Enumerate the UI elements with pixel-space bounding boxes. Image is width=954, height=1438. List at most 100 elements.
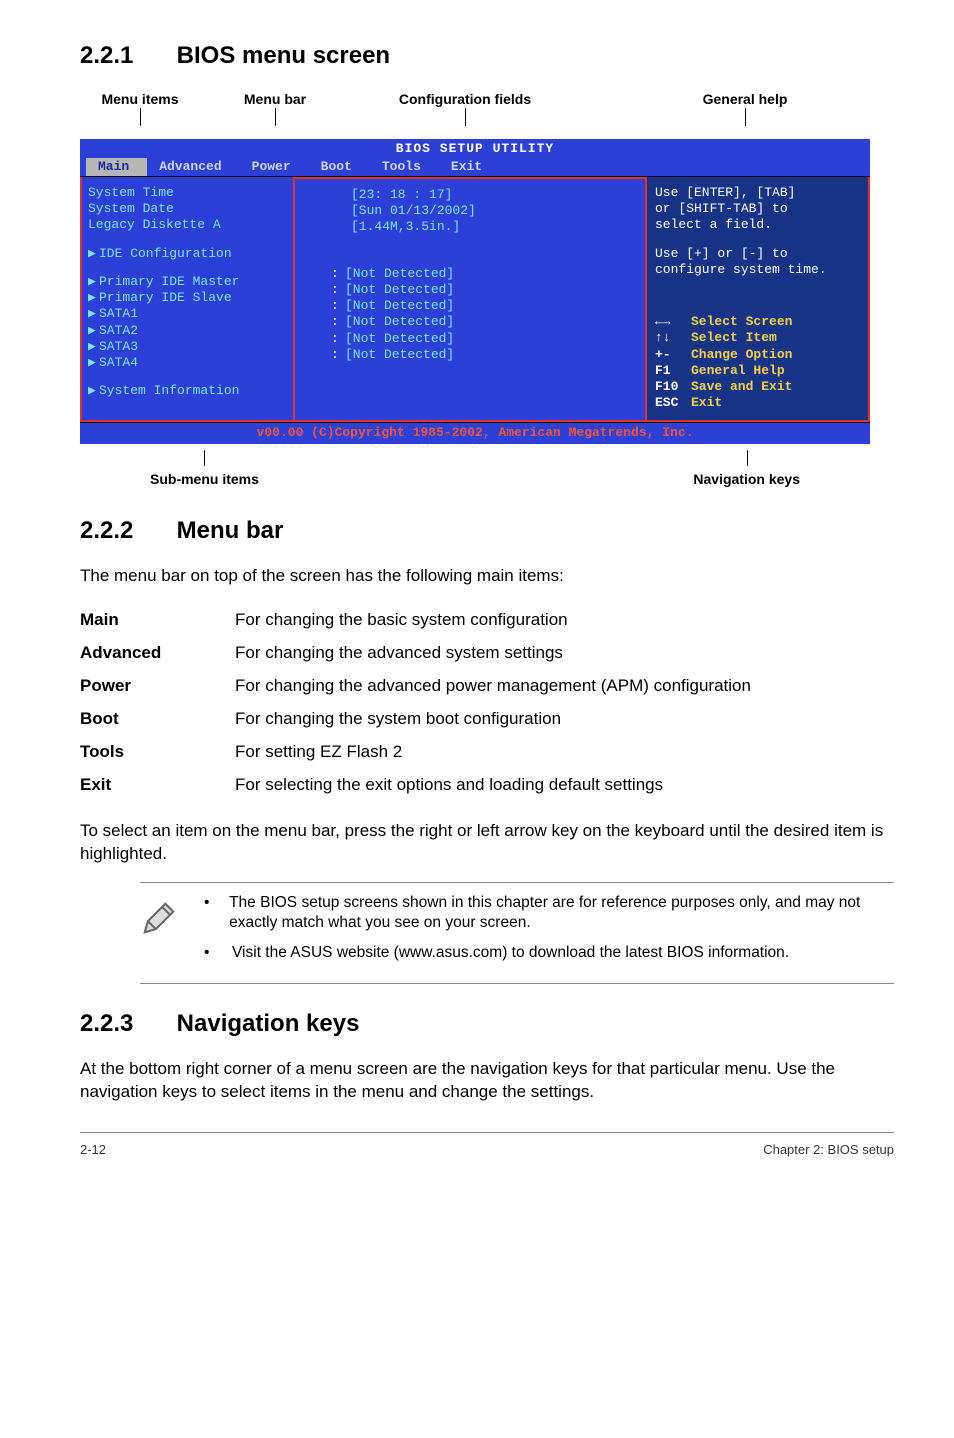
nav-row: ESCExit: [655, 395, 860, 411]
triangle-icon: ▶: [88, 323, 99, 339]
menu-desc: For changing the advanced system setting…: [235, 637, 894, 670]
table-row: AdvancedFor changing the advanced system…: [80, 637, 894, 670]
item-system-date[interactable]: System Date: [88, 201, 287, 217]
tab-main[interactable]: Main: [86, 158, 147, 176]
label-navigation-keys: Navigation keys: [693, 450, 800, 489]
note-box: •The BIOS setup screens shown in this ch…: [140, 882, 894, 984]
bios-titlebar: BIOS SETUP UTILITY Main Advanced Power B…: [80, 139, 870, 176]
item-sata1[interactable]: ▶SATA1: [88, 306, 287, 322]
heading-223-num: 2.2.3: [80, 1008, 170, 1040]
table-row: ExitFor selecting the exit options and l…: [80, 769, 894, 802]
note-text: •The BIOS setup screens shown in this ch…: [204, 893, 894, 973]
tab-boot[interactable]: Boot: [309, 158, 370, 176]
list-item: •Visit the ASUS website (www.asus.com) t…: [204, 943, 894, 963]
tab-advanced[interactable]: Advanced: [147, 158, 239, 176]
chapter-label: Chapter 2: BIOS setup: [763, 1141, 894, 1159]
triangle-icon: ▶: [88, 383, 99, 399]
nav-row: ↑↓Select Item: [655, 330, 860, 346]
nav-keys-para: At the bottom right corner of a menu scr…: [80, 1058, 894, 1104]
label-menu-items: Menu items: [80, 90, 200, 109]
label-submenu-items: Sub-menu items: [150, 450, 259, 489]
heading-223-title: Navigation keys: [177, 1010, 360, 1037]
value-sata1: :[Not Detected]: [331, 298, 639, 314]
item-system-info[interactable]: ▶System Information: [88, 383, 287, 399]
value-sata3: :[Not Detected]: [331, 331, 639, 347]
nav-key: F1: [655, 363, 691, 379]
nav-key: ←→: [655, 314, 691, 330]
menu-key: Tools: [80, 736, 235, 769]
table-row: ToolsFor setting EZ Flash 2: [80, 736, 894, 769]
bios-mid-pane: [23: 18 : 17] [Sun 01/13/2002] [1.44M,3.…: [295, 177, 645, 422]
table-row: BootFor changing the system boot configu…: [80, 703, 894, 736]
hint-enter-tab: Use [ENTER], [TAB] or [SHIFT-TAB] to sel…: [655, 185, 860, 234]
menu-desc: For changing the advanced power manageme…: [235, 670, 894, 703]
bios-right-pane: Use [ENTER], [TAB] or [SHIFT-TAB] to sel…: [645, 177, 870, 422]
tab-exit[interactable]: Exit: [439, 158, 500, 176]
menu-desc: For changing the basic system configurat…: [235, 604, 894, 637]
item-primary-master[interactable]: ▶Primary IDE Master: [88, 274, 287, 290]
item-sata2[interactable]: ▶SATA2: [88, 323, 287, 339]
value-primary-slave: :[Not Detected]: [331, 282, 639, 298]
bios-body: System Time System Date Legacy Diskette …: [80, 176, 870, 422]
heading-222-title: Menu bar: [177, 517, 284, 544]
menu-key: Exit: [80, 769, 235, 802]
heading-222-num: 2.2.2: [80, 515, 170, 547]
item-ide-config[interactable]: ▶IDE Configuration: [88, 246, 287, 262]
label-menu-bar: Menu bar: [200, 90, 350, 109]
nav-key: ↑↓: [655, 330, 691, 346]
menu-desc: For setting EZ Flash 2: [235, 736, 894, 769]
item-sata4[interactable]: ▶SATA4: [88, 355, 287, 371]
nav-row: F1General Help: [655, 363, 860, 379]
bios-tabs[interactable]: Main Advanced Power Boot Tools Exit: [86, 158, 864, 176]
nav-row: +-Change Option: [655, 347, 860, 363]
heading-221: 2.2.1 BIOS menu screen: [80, 40, 894, 72]
value-sata4: :[Not Detected]: [331, 347, 639, 363]
item-sata3[interactable]: ▶SATA3: [88, 339, 287, 355]
page-number: 2-12: [80, 1141, 106, 1159]
triangle-icon: ▶: [88, 355, 99, 371]
bullet-icon: •: [204, 893, 211, 933]
list-item: •The BIOS setup screens shown in this ch…: [204, 893, 894, 933]
triangle-icon: ▶: [88, 290, 99, 306]
nav-key: F10: [655, 379, 691, 395]
triangle-icon: ▶: [88, 274, 99, 290]
tab-power[interactable]: Power: [240, 158, 309, 176]
nav-key: +-: [655, 347, 691, 363]
heading-223: 2.2.3 Navigation keys: [80, 1008, 894, 1040]
table-row: PowerFor changing the advanced power man…: [80, 670, 894, 703]
hint-plus-minus: Use [+] or [-] to configure system time.: [655, 246, 860, 279]
bullet-icon: •: [204, 943, 214, 963]
menu-desc: For changing the system boot configurati…: [235, 703, 894, 736]
tab-tools[interactable]: Tools: [370, 158, 439, 176]
value-sata2: :[Not Detected]: [331, 314, 639, 330]
nav-row: F10Save and Exit: [655, 379, 860, 395]
value-diskette[interactable]: [1.44M,3.5in.]: [351, 219, 639, 235]
value-date[interactable]: [Sun 01/13/2002]: [351, 203, 639, 219]
menu-key: Boot: [80, 703, 235, 736]
table-row: MainFor changing the basic system config…: [80, 604, 894, 637]
bios-copyright: v00.00 (C)Copyright 1985-2002, American …: [80, 422, 870, 444]
triangle-icon: ▶: [88, 339, 99, 355]
heading-221-title: BIOS menu screen: [177, 42, 390, 69]
pencil-icon: [140, 893, 178, 950]
triangle-icon: ▶: [88, 246, 99, 262]
menu-bar-intro: The menu bar on top of the screen has th…: [80, 565, 894, 588]
bios-left-pane: System Time System Date Legacy Diskette …: [80, 177, 295, 422]
item-legacy-diskette[interactable]: Legacy Diskette A: [88, 217, 287, 233]
heading-222: 2.2.2 Menu bar: [80, 515, 894, 547]
heading-221-num: 2.2.1: [80, 40, 170, 72]
item-system-time[interactable]: System Time: [88, 185, 287, 201]
page-footer: 2-12 Chapter 2: BIOS setup: [80, 1132, 894, 1159]
nav-key: ESC: [655, 395, 691, 411]
label-general-help: General help: [620, 90, 870, 109]
value-time[interactable]: [23: 18 : 17]: [351, 187, 639, 203]
triangle-icon: ▶: [88, 306, 99, 322]
menu-desc: For selecting the exit options and loadi…: [235, 769, 894, 802]
menu-bar-note: To select an item on the menu bar, press…: [80, 820, 894, 866]
item-primary-slave[interactable]: ▶Primary IDE Slave: [88, 290, 287, 306]
value-primary-master: :[Not Detected]: [331, 266, 639, 282]
bios-screenshot: BIOS SETUP UTILITY Main Advanced Power B…: [80, 139, 870, 444]
label-config-fields: Configuration fields: [350, 90, 580, 109]
diagram-bottom-labels: Sub-menu items Navigation keys: [80, 450, 870, 489]
menu-key: Power: [80, 670, 235, 703]
